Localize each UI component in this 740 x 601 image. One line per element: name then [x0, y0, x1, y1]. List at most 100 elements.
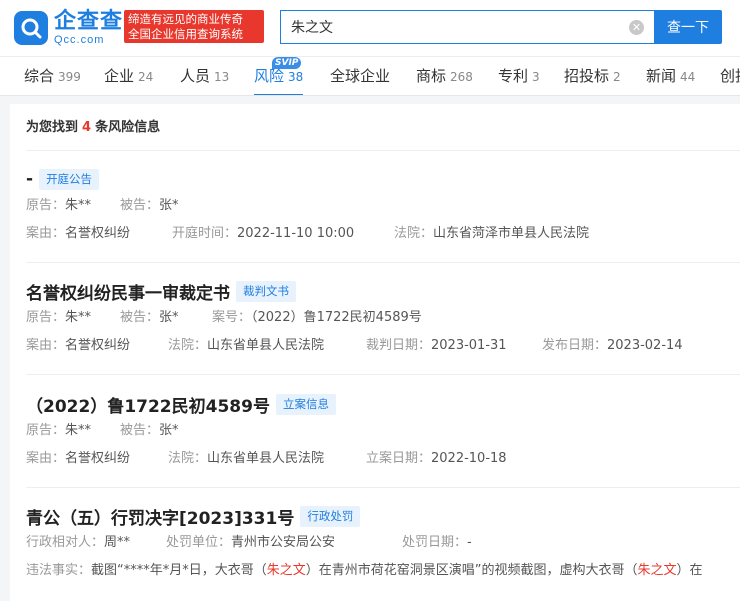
tab-label: 创投 [720, 67, 740, 85]
divider [26, 487, 740, 488]
highlight-keyword: 朱之文 [637, 563, 677, 578]
cause-label: 案由： [26, 226, 66, 241]
penalty-unit-value: 青州市公安局公安 [231, 535, 336, 550]
plaintiff-label: 原告： [26, 310, 66, 325]
clear-icon[interactable]: ✕ [629, 20, 644, 35]
search-button[interactable]: 查一下 [654, 10, 722, 44]
cause-label: 案由： [26, 451, 66, 466]
plaintiff-label: 原告： [26, 198, 66, 213]
result-count: 4 [82, 120, 92, 135]
party-value: 周** [104, 535, 131, 550]
publish-date-value: 2023-02-14 [607, 338, 683, 353]
risk-item-case-filing[interactable]: （2022）鲁1722民初4589号 立案信息 原告：朱** 被告：张* 案由：名… [26, 391, 740, 473]
risk-item-admin-penalty[interactable]: 青公（五）行罚决字[2023]331号 行政处罚 行政相对人：周** 处罚单位：青… [26, 503, 740, 585]
svip-badge: SVIP [272, 57, 302, 69]
publish-date-label: 发布日期： [542, 338, 608, 353]
item-row: 原告：朱** 被告：张* 案号：（2022）鲁1722民初4589号 [26, 304, 740, 332]
item-tag: 行政处罚 [300, 505, 361, 527]
defendant-label: 被告： [120, 310, 160, 325]
cause-value: 名誉权纠纷 [65, 451, 131, 466]
tab-label: 专利 [498, 67, 529, 85]
court-label: 法院： [394, 226, 434, 241]
summary-prefix: 为您找到 [26, 120, 79, 135]
summary-suffix: 条风险信息 [95, 120, 161, 135]
item-tag: 裁判文书 [236, 280, 296, 302]
item-title[interactable]: （2022）鲁1722民初4589号 [26, 392, 270, 417]
slogan-line-2: 全国企业信用查询系统 [128, 27, 243, 41]
plaintiff-value: 朱** [65, 310, 92, 325]
defendant-label: 被告： [120, 423, 160, 438]
tab-count: 44 [680, 70, 696, 84]
violation-fact-text: ）在青州市荷花窑洞景区演唱”的视频截图，虚构大衣哥（ [305, 563, 638, 578]
tab-count: 24 [138, 70, 154, 84]
filing-date-label: 立案日期： [366, 451, 432, 466]
filing-date-value: 2022-10-18 [431, 451, 507, 466]
court-value: 山东省单县人民法院 [207, 338, 325, 353]
results-panel: 为您找到 4 条风险信息 - 开庭公告 原告：朱** 被告：张* 案由：名誉权纠纷 开庭… [10, 104, 740, 601]
tab-count: 3 [532, 70, 540, 84]
item-row: 违法事实：截图“****年*月*日，大衣哥（朱之文）在青州市荷花窑洞景区演唱”的… [26, 557, 740, 585]
result-summary: 为您找到 4 条风险信息 [26, 116, 160, 135]
tab-people[interactable]: 人员 13 [180, 57, 229, 95]
item-title[interactable]: 青公（五）行罚决字[2023]331号 [26, 504, 294, 529]
tab-trademark[interactable]: 商标 268 [416, 57, 473, 95]
qcc-logo[interactable]: 企查查 Qcc.com [14, 10, 123, 46]
court-label: 法院： [168, 451, 208, 466]
tab-label: 人员 [180, 67, 211, 85]
judgment-date-label: 裁判日期： [366, 338, 432, 353]
highlight-keyword: 朱之文 [266, 563, 306, 578]
court-value: 山东省菏泽市单县人民法院 [433, 226, 590, 241]
item-row: 案由：名誉权纠纷 法院：山东省单县人民法院 裁判日期：2023-01-31 发布日期：… [26, 332, 740, 360]
judgment-date-value: 2023-01-31 [431, 338, 507, 353]
cause-label: 案由： [26, 338, 66, 353]
item-tag: 立案信息 [275, 393, 336, 415]
tab-label: 企业 [104, 67, 135, 85]
tab-risk[interactable]: SVIP 风险 38 [254, 57, 304, 95]
risk-item-judgment[interactable]: 名誉权纠纷民事一审裁定书 裁判文书 原告：朱** 被告：张* 案号：（2022）鲁1… [26, 278, 740, 360]
plaintiff-value: 朱** [65, 423, 92, 438]
slogan-line-1: 缔造有远见的商业传奇 [128, 12, 243, 26]
divider [26, 374, 740, 375]
logo-domain: Qcc.com [54, 34, 105, 46]
item-title[interactable]: 名誉权纠纷民事一审裁定书 [26, 279, 230, 304]
plaintiff-value: 朱** [65, 198, 92, 213]
plaintiff-label: 原告： [26, 423, 66, 438]
party-label: 行政相对人： [26, 535, 105, 550]
logo-name: 企查查 [54, 9, 124, 34]
penalty-date-value: - [467, 535, 472, 550]
tab-bidding[interactable]: 招投标 2 [564, 57, 621, 95]
defendant-label: 被告： [120, 198, 160, 213]
court-value: 山东省单县人民法院 [207, 451, 325, 466]
search-input[interactable] [281, 19, 611, 35]
tab-label: 综合 [24, 67, 55, 85]
tab-comprehensive[interactable]: 综合 399 [24, 57, 81, 95]
tab-label: 风险 [254, 67, 285, 85]
slogan-banner: 缔造有远见的商业传奇 全国企业信用查询系统 [124, 10, 264, 43]
search-box: ✕ [280, 10, 654, 44]
tab-global-company[interactable]: 全球企业 [330, 57, 391, 95]
item-row: 原告：朱** 被告：张* [26, 417, 740, 445]
item-title[interactable]: - [26, 169, 33, 189]
defendant-value: 张* [159, 198, 179, 213]
tab-venture[interactable]: 创投 [720, 57, 740, 95]
violation-fact-label: 违法事实： [26, 563, 92, 578]
tab-count: 268 [450, 70, 473, 84]
tab-label: 商标 [416, 67, 447, 85]
case-number-value: （2022）鲁1722民初4589号 [251, 310, 422, 325]
cause-value: 名誉权纠纷 [65, 226, 131, 241]
tab-label: 全球企业 [330, 67, 391, 85]
risk-item-court-notice[interactable]: - 开庭公告 原告：朱** 被告：张* 案由：名誉权纠纷 开庭时间：2022-11-… [26, 166, 740, 248]
tab-news[interactable]: 新闻 44 [646, 57, 696, 95]
penalty-unit-label: 处罚单位： [166, 535, 232, 550]
item-tag: 开庭公告 [39, 168, 100, 190]
tab-patent[interactable]: 专利 3 [498, 57, 540, 95]
header: 企查查 Qcc.com 缔造有远见的商业传奇 全国企业信用查询系统 ✕ 查一下 [0, 0, 740, 56]
tab-company[interactable]: 企业 24 [104, 57, 154, 95]
item-row: 案由：名誉权纠纷 开庭时间：2022-11-10 10:00 法院：山东省菏泽市单县… [26, 220, 740, 248]
hearing-time-value: 2022-11-10 10:00 [237, 226, 355, 241]
item-row: 案由：名誉权纠纷 法院：山东省单县人民法院 立案日期：2022-10-18 [26, 445, 740, 473]
tab-label: 新闻 [646, 67, 677, 85]
defendant-value: 张* [159, 423, 179, 438]
tab-count: 2 [613, 70, 621, 84]
tab-count: 399 [58, 70, 81, 84]
